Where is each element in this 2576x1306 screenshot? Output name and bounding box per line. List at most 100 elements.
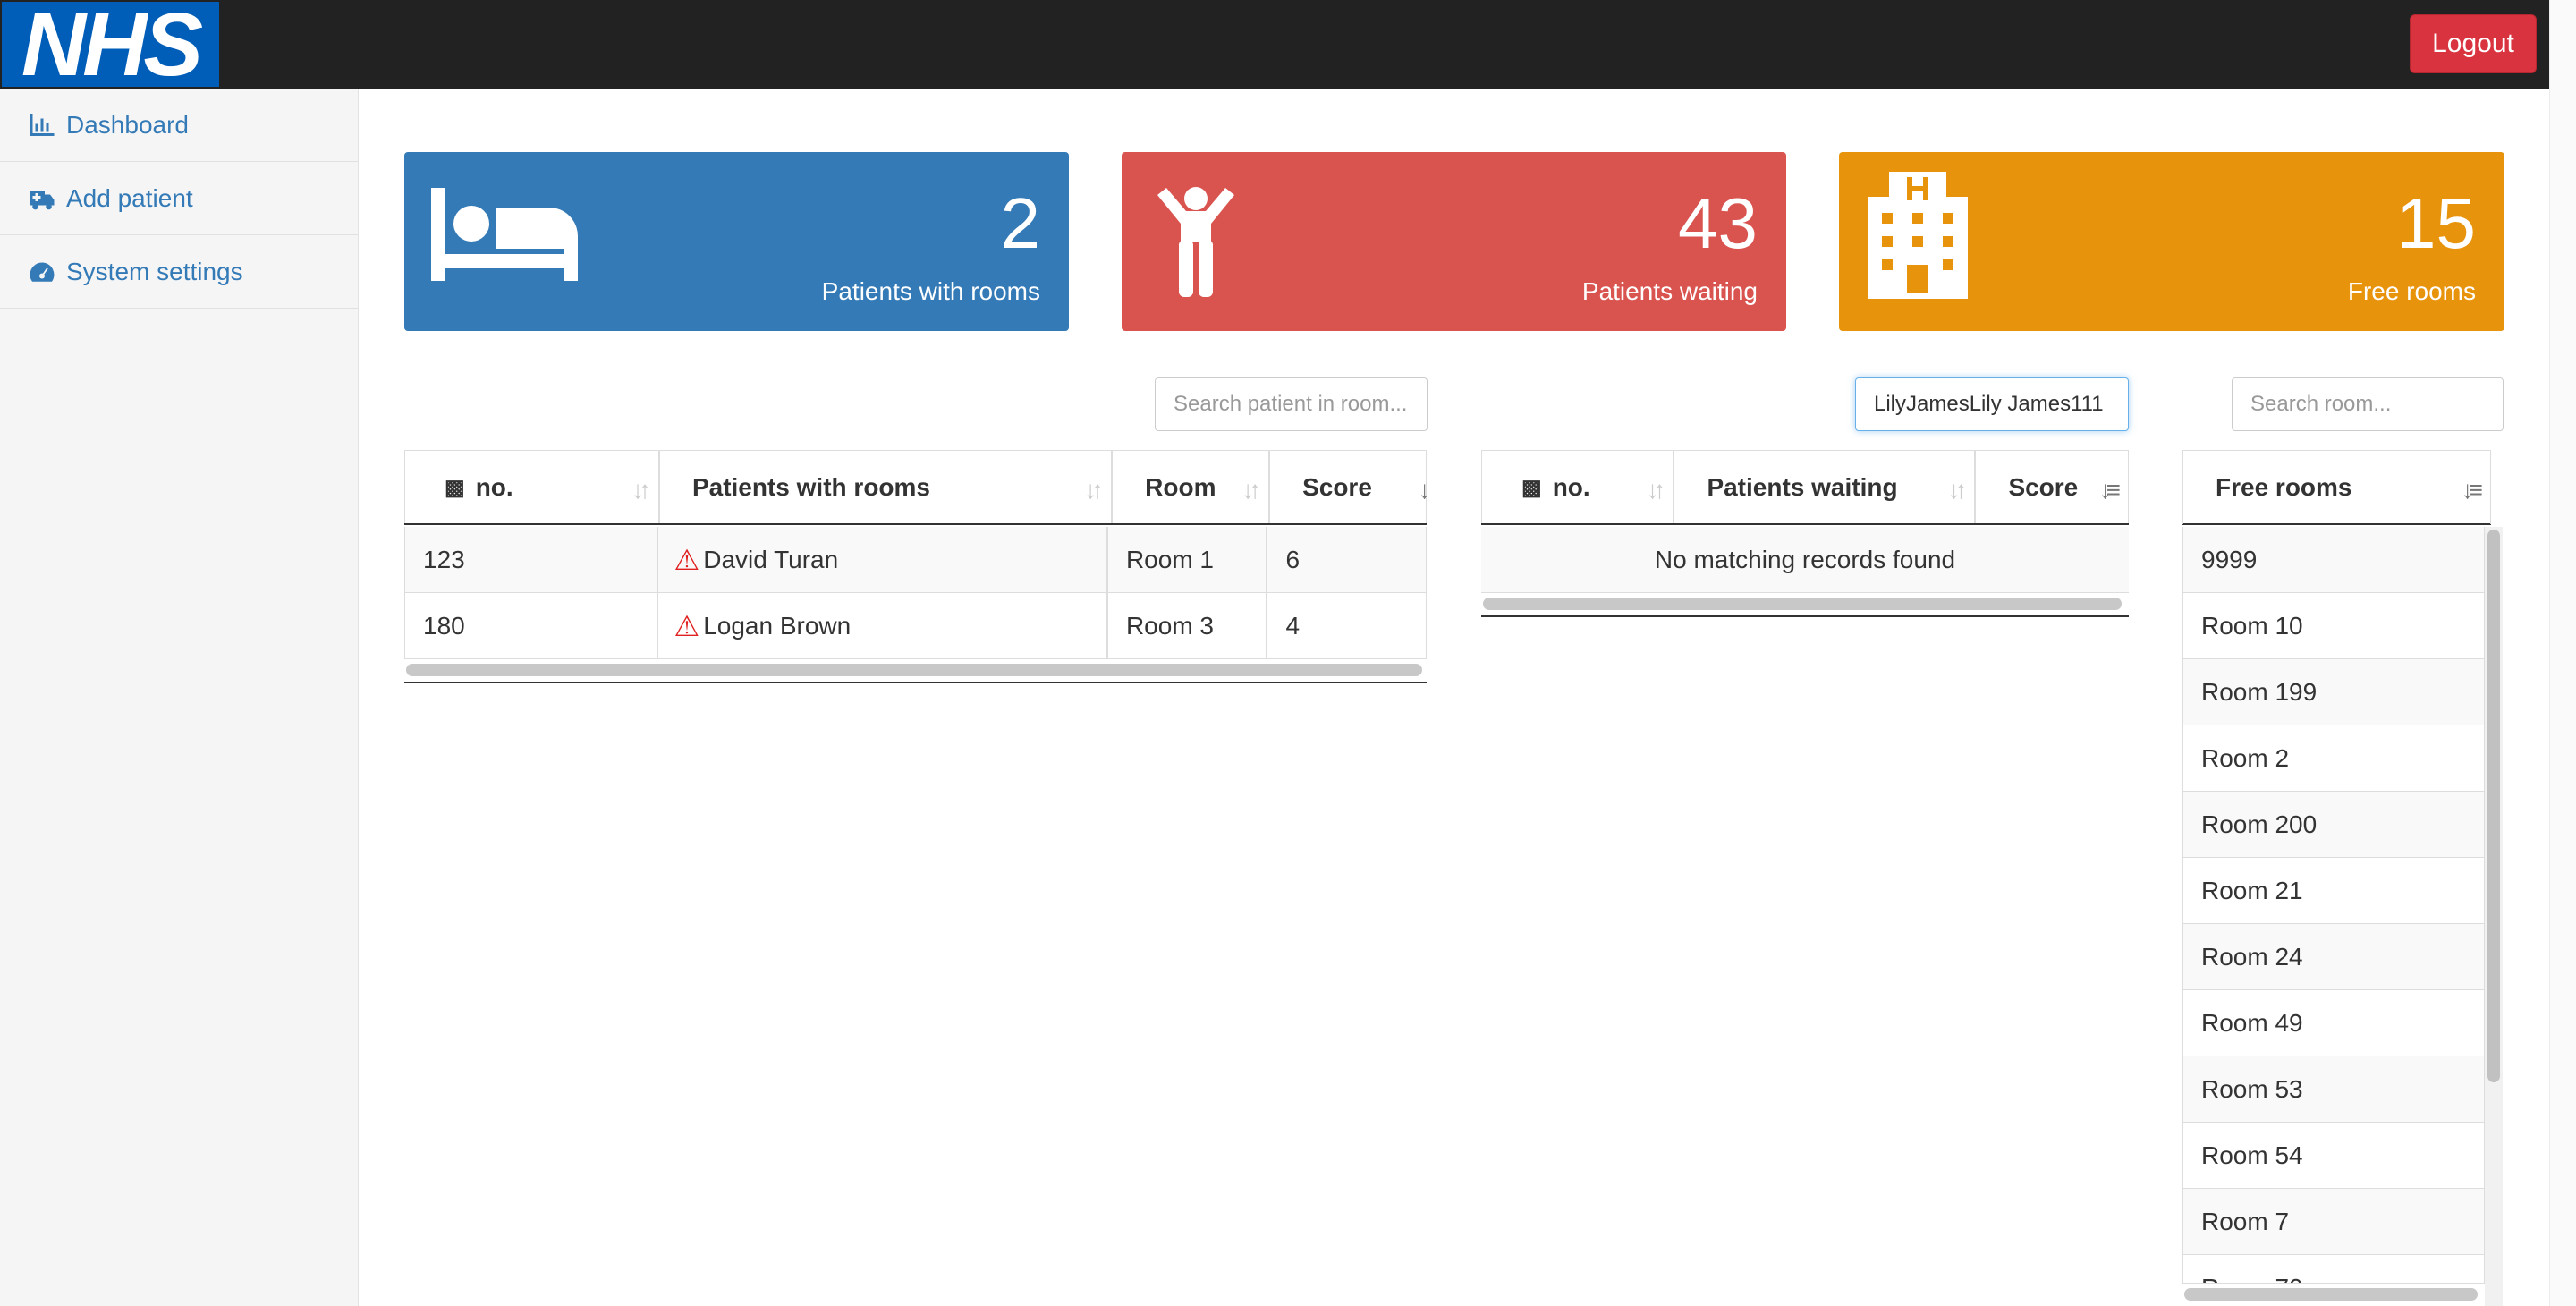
- patient-name: Logan Brown: [703, 611, 852, 640]
- cell-room: Room 1: [1106, 527, 1267, 592]
- cell-room: Room 24: [2182, 924, 2485, 989]
- card-label: Free rooms: [2347, 277, 2476, 305]
- column-score[interactable]: Score ↓≡: [1269, 451, 1427, 523]
- column-label: Score: [2008, 473, 2079, 501]
- empty-row: No matching records found: [1481, 527, 2129, 593]
- column-label: no.: [475, 473, 513, 501]
- table-row[interactable]: Room 2: [2182, 725, 2485, 792]
- table-bottom-border: [1481, 615, 2129, 617]
- column-patients-waiting[interactable]: Patients waiting ↓↑: [1674, 451, 1976, 523]
- card-value: 2: [1000, 183, 1041, 263]
- patients-with-rooms-card[interactable]: 2 Patients with rooms: [404, 152, 1069, 331]
- horizontal-scrollbar[interactable]: [2184, 1288, 2478, 1301]
- cell-room: Room 53: [2182, 1056, 2485, 1122]
- cell-name: ⚠ Logan Brown: [657, 593, 1107, 658]
- table-row[interactable]: Room 53: [2182, 1056, 2485, 1123]
- window-edge: [2549, 0, 2576, 1306]
- sort-icon: ↓↑: [1646, 476, 1665, 504]
- cell-room: Room 54: [2182, 1123, 2485, 1188]
- nhs-logo[interactable]: NHS: [2, 0, 219, 95]
- cell-score: 6: [1267, 527, 1427, 592]
- column-label: Room: [1145, 473, 1216, 501]
- sort-desc-icon: ↓≡: [2098, 476, 2121, 504]
- cell-score: 4: [1267, 593, 1427, 658]
- logout-button[interactable]: Logout: [2410, 14, 2537, 73]
- sidebar: Dashboard Add patient System settings: [0, 89, 359, 1306]
- bed-icon: [431, 188, 578, 281]
- card-value: 15: [2396, 183, 2476, 263]
- sidebar-item-dashboard[interactable]: Dashboard: [0, 89, 358, 162]
- cell-room: Room 7: [2182, 1189, 2485, 1254]
- vertical-scrollbar[interactable]: [2487, 530, 2500, 1082]
- cell-room: Room 2: [2182, 725, 2485, 791]
- free-rooms-card[interactable]: 15 Free rooms: [1839, 152, 2504, 331]
- cell-no: 123: [404, 527, 657, 592]
- sidebar-item-add-patient[interactable]: Add patient: [0, 162, 358, 235]
- table-row[interactable]: 123 ⚠ David Turan Room 1 6: [404, 527, 1427, 593]
- cell-room: 9999: [2182, 527, 2485, 592]
- table-row[interactable]: Room 54: [2182, 1123, 2485, 1189]
- cell-room: Room 3: [1106, 593, 1267, 658]
- search-patient-in-room-input[interactable]: [1155, 377, 1428, 431]
- free-rooms-table-header: Free rooms ↓≡: [2182, 450, 2491, 525]
- column-label: Score: [1302, 473, 1372, 501]
- id-badge-icon: ▩: [1521, 475, 1542, 500]
- sort-icon: ↓↑: [631, 476, 651, 504]
- cell-room: Room 49: [2182, 990, 2485, 1056]
- warning-icon: ⚠: [674, 609, 700, 642]
- sort-icon: ↓↑: [1084, 476, 1104, 504]
- top-navbar: NHS Logout: [0, 0, 2549, 89]
- column-no[interactable]: ▩ no. ↓↑: [404, 451, 659, 523]
- search-waiting-input[interactable]: [1855, 377, 2129, 431]
- card-value: 43: [1678, 183, 1758, 263]
- waiting-table-header: ▩ no. ↓↑ Patients waiting ↓↑ Score ↓≡: [1481, 450, 2129, 525]
- cell-room: Room 21: [2182, 858, 2485, 923]
- cell-no: 180: [404, 593, 657, 658]
- hospital-icon: [1868, 172, 1968, 299]
- sort-icon: ↓↑: [1947, 476, 1967, 504]
- table-row[interactable]: Room 10: [2182, 593, 2485, 659]
- sidebar-item-label: Dashboard: [66, 110, 189, 139]
- sort-icon: ↓↑: [1241, 476, 1261, 504]
- warning-icon: ⚠: [674, 543, 700, 576]
- table-row[interactable]: Room 49: [2182, 990, 2485, 1056]
- table-bottom-border: [404, 682, 1427, 683]
- column-label: no.: [1552, 473, 1590, 501]
- table-row[interactable]: Room 21: [2182, 858, 2485, 924]
- rooms-table-header: ▩ no. ↓↑ Patients with rooms ↓↑ Room ↓↑ …: [404, 450, 1427, 525]
- cell-name: ⚠ David Turan: [657, 527, 1107, 592]
- table-row[interactable]: Room 70: [2182, 1255, 2485, 1284]
- sort-desc-icon: ↓≡: [1418, 476, 1427, 504]
- child-icon: [1157, 187, 1234, 297]
- horizontal-scrollbar[interactable]: [1483, 598, 2122, 610]
- id-badge-icon: ▩: [445, 475, 465, 500]
- patients-waiting-card[interactable]: 43 Patients waiting: [1122, 152, 1786, 331]
- table-row[interactable]: Room 200: [2182, 792, 2485, 858]
- horizontal-scrollbar[interactable]: [406, 664, 1422, 676]
- card-label: Patients with rooms: [821, 277, 1040, 305]
- table-row[interactable]: Room 7: [2182, 1189, 2485, 1255]
- search-room-input[interactable]: [2232, 377, 2504, 431]
- table-row[interactable]: 9999: [2182, 527, 2485, 593]
- column-score[interactable]: Score ↓≡: [1975, 451, 2129, 523]
- patient-name: David Turan: [703, 545, 839, 573]
- cell-room: Room 200: [2182, 792, 2485, 857]
- column-free-rooms[interactable]: Free rooms ↓≡: [2182, 451, 2491, 524]
- logo-text: NHS: [21, 0, 203, 95]
- sidebar-item-system-settings[interactable]: System settings: [0, 235, 358, 309]
- column-room[interactable]: Room ↓↑: [1112, 451, 1270, 523]
- table-row[interactable]: Room 199: [2182, 659, 2485, 725]
- cell-room: Room 70: [2182, 1255, 2485, 1283]
- sidebar-item-label: Add patient: [66, 183, 193, 212]
- sidebar-item-label: System settings: [66, 257, 243, 285]
- empty-message: No matching records found: [1654, 545, 1956, 573]
- column-label: Patients with rooms: [691, 473, 930, 501]
- table-row[interactable]: 180 ⚠ Logan Brown Room 3 4: [404, 593, 1427, 659]
- card-label: Patients waiting: [1581, 277, 1758, 305]
- table-row[interactable]: Room 24: [2182, 924, 2485, 990]
- column-label: Patients waiting: [1707, 473, 1898, 501]
- column-no[interactable]: ▩ no. ↓↑: [1481, 451, 1674, 523]
- cell-room: Room 10: [2182, 593, 2485, 658]
- ambulance-icon: [30, 190, 55, 209]
- column-patients-with-rooms[interactable]: Patients with rooms ↓↑: [658, 451, 1113, 523]
